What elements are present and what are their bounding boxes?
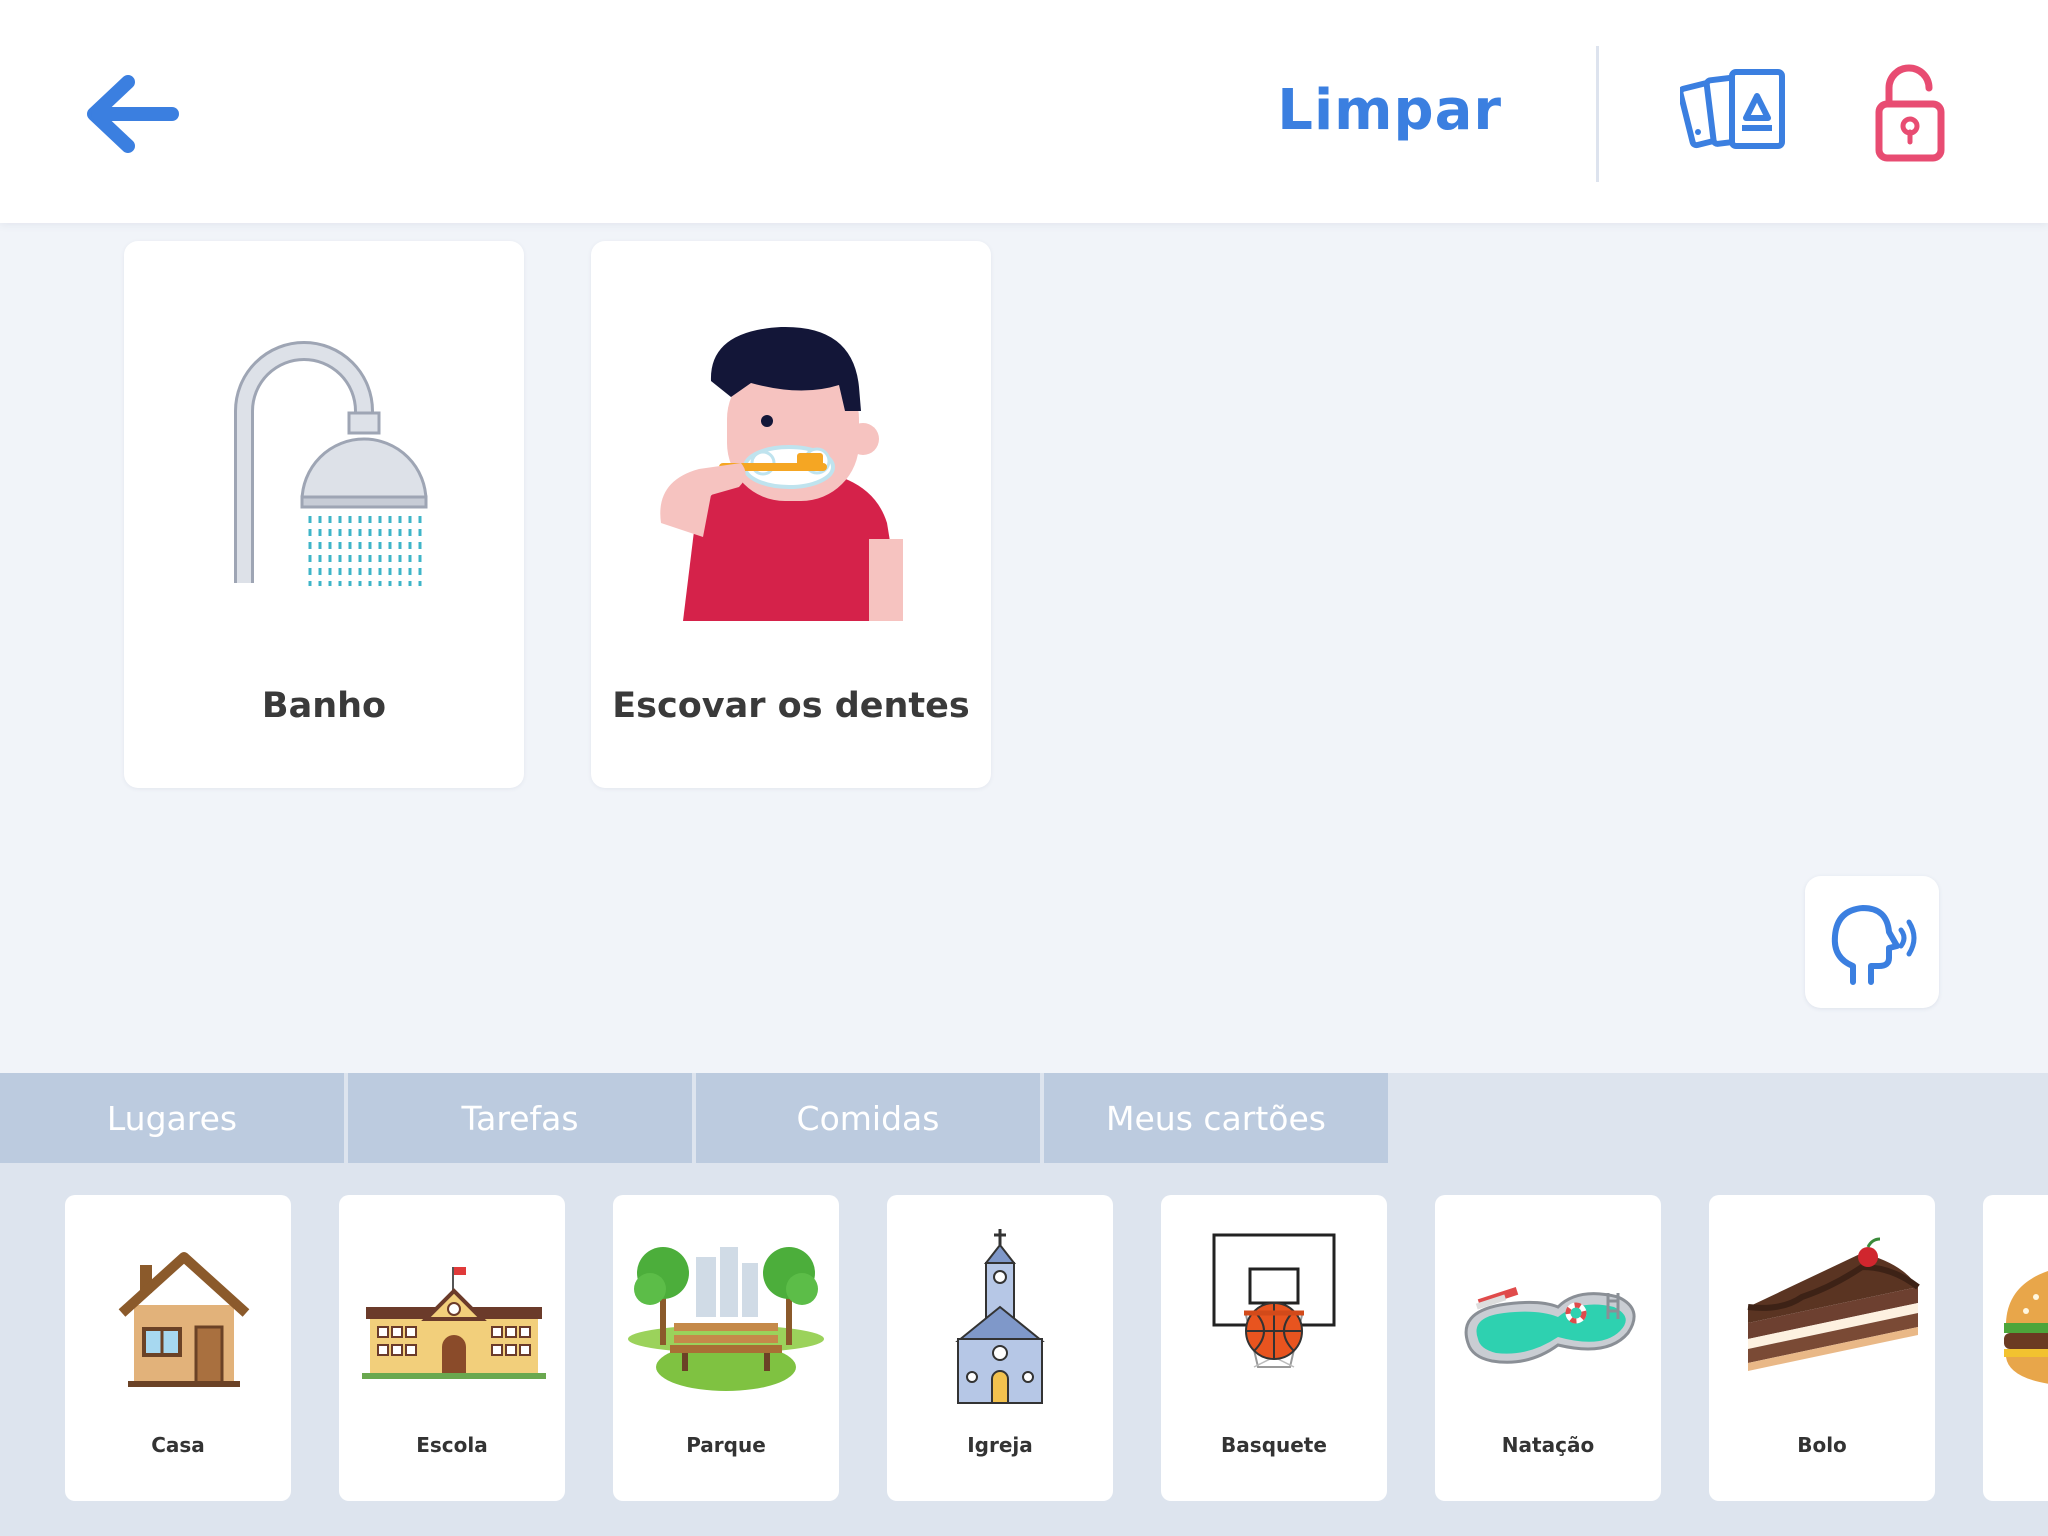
- speaking-head-icon: [1831, 905, 1917, 985]
- tab-tarefas[interactable]: Tarefas: [348, 1073, 692, 1163]
- category-tabs: Lugares Tarefas Comidas Meus cartões: [0, 1073, 2048, 1163]
- school-icon: [362, 1267, 546, 1379]
- tray-card-label: Casa: [151, 1433, 205, 1457]
- selected-card-escovar-os-dentes[interactable]: Escovar os dentes: [591, 241, 991, 788]
- tray-card-igreja[interactable]: Igreja: [887, 1195, 1113, 1501]
- tray-card-label: Natação: [1501, 1433, 1595, 1457]
- swimming-pool-icon: [1464, 1287, 1636, 1364]
- tab-meus-cartoes[interactable]: Meus cartões: [1044, 1073, 1388, 1163]
- lock-button[interactable]: [1875, 64, 1947, 164]
- boy-brushing-teeth-icon: [660, 326, 903, 621]
- arrow-left-icon: [87, 75, 179, 153]
- back-button[interactable]: [84, 74, 180, 154]
- clear-button[interactable]: Limpar: [1277, 78, 1502, 143]
- tray-card-hamburger[interactable]: H: [1983, 1195, 2048, 1501]
- tray-card-basquete[interactable]: Basquete: [1161, 1195, 1387, 1501]
- selected-card-label: Escovar os dentes: [612, 686, 970, 726]
- cake-slice-icon: [1747, 1237, 1920, 1371]
- hamburger-icon: [2004, 1271, 2048, 1384]
- top-bar: Limpar: [0, 0, 2048, 223]
- tray-card-parque[interactable]: Parque: [613, 1195, 839, 1501]
- tray-card-casa[interactable]: Casa: [65, 1195, 291, 1501]
- tray-card-label: Igreja: [967, 1433, 1033, 1457]
- tray-card-label: Escola: [416, 1433, 488, 1457]
- unlocked-padlock-icon: [1875, 64, 1945, 162]
- tray-card-natacao[interactable]: Natação: [1435, 1195, 1661, 1501]
- card-tray: Casa Escola Parque Igreja Basquete Nataç…: [0, 1163, 2048, 1536]
- tray-card-label: Basquete: [1221, 1433, 1327, 1457]
- tray-card-label: Bolo: [1797, 1433, 1847, 1457]
- church-icon: [955, 1229, 1045, 1404]
- tray-card-escola[interactable]: Escola: [339, 1195, 565, 1501]
- tray-card-label: Parque: [686, 1433, 766, 1457]
- selected-card-label: Banho: [261, 686, 387, 726]
- tab-comidas[interactable]: Comidas: [696, 1073, 1040, 1163]
- park-icon: [628, 1247, 824, 1391]
- speak-button[interactable]: [1805, 876, 1939, 1008]
- house-icon: [118, 1252, 250, 1387]
- cards-library-button[interactable]: [1677, 66, 1790, 158]
- selected-card-banho[interactable]: Banho: [124, 241, 524, 788]
- tray-card-label: H: [1983, 1433, 2048, 1457]
- header-divider: [1596, 46, 1599, 182]
- shower-icon: [234, 341, 428, 586]
- basketball-hoop-icon: [1212, 1233, 1336, 1368]
- tab-lugares[interactable]: Lugares: [0, 1073, 344, 1163]
- tray-card-bolo[interactable]: Bolo: [1709, 1195, 1935, 1501]
- picture-cards-icon: [1677, 69, 1785, 149]
